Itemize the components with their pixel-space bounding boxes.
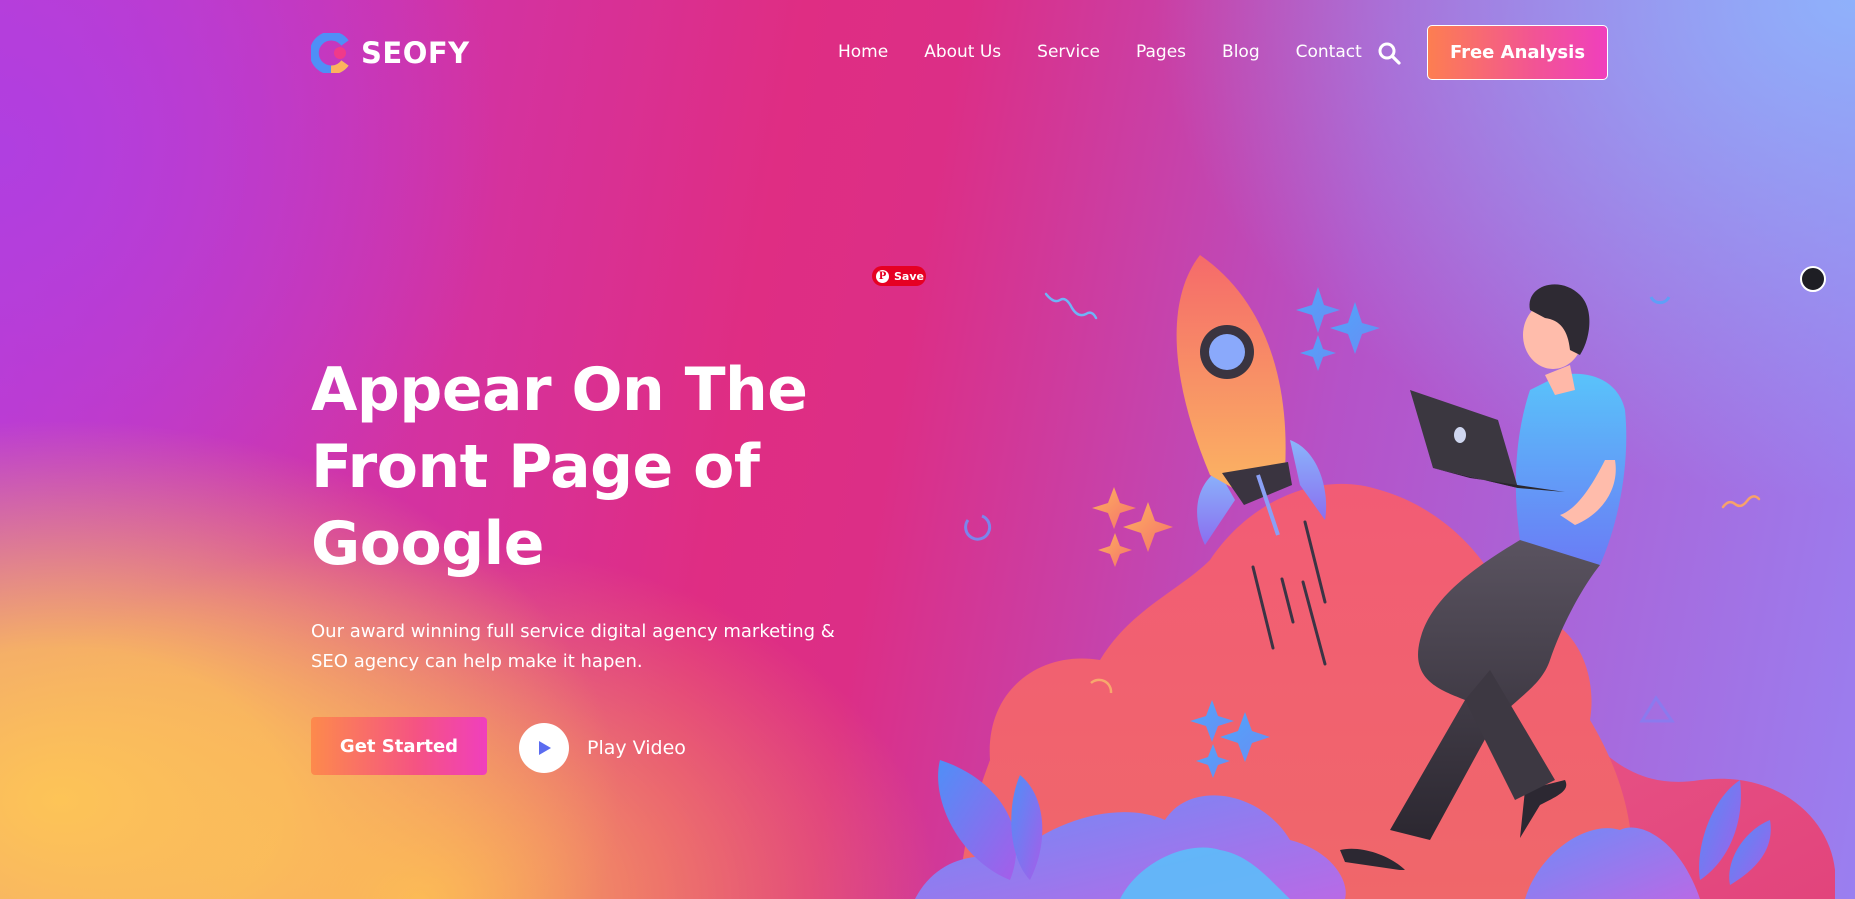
hero-subtitle: Our award winning full service digital a…: [311, 617, 851, 677]
hero-subtitle-line: SEO agency can help make it hapen.: [311, 651, 643, 672]
play-circle[interactable]: [519, 723, 569, 773]
pinterest-save-label: Save: [894, 269, 924, 283]
hero-subtitle-line: Our award winning full service digital a…: [311, 621, 835, 642]
nav-item-blog[interactable]: Blog: [1222, 42, 1260, 62]
hero-title: Appear On The Front Page of Google: [311, 352, 871, 583]
hero-illustration: [915, 255, 1835, 899]
play-icon: [539, 741, 551, 755]
play-video-label: Play Video: [587, 737, 686, 759]
rocket: [1176, 255, 1327, 545]
free-analysis-button[interactable]: Free Analysis: [1427, 25, 1608, 80]
play-video-button[interactable]: Play Video: [519, 723, 686, 773]
person-with-laptop: [1340, 284, 1627, 870]
visual-search-icon[interactable]: [1800, 266, 1826, 292]
seofy-logo-icon: [311, 33, 349, 73]
nav-item-home[interactable]: Home: [838, 42, 888, 62]
pinterest-icon: P: [876, 269, 889, 283]
hero-title-line: Front Page of: [311, 432, 760, 502]
main-nav: Home About Us Service Pages Blog Contact: [838, 42, 1398, 62]
hero-title-line: Appear On The: [311, 355, 808, 425]
nav-item-about-us[interactable]: About Us: [924, 42, 1001, 62]
get-started-button[interactable]: Get Started: [311, 717, 487, 775]
cloud-blob: [960, 483, 1633, 899]
pinterest-save-button[interactable]: P Save: [872, 266, 926, 286]
site-logo[interactable]: SEOFY: [311, 33, 470, 73]
brand-name: SEOFY: [361, 36, 470, 70]
nav-item-contact[interactable]: Contact: [1296, 42, 1362, 62]
search-icon[interactable]: [1377, 41, 1401, 65]
hero-title-line: Google: [311, 509, 544, 579]
background-blob: [1330, 632, 1835, 899]
nav-item-pages[interactable]: Pages: [1136, 42, 1186, 62]
nav-item-service[interactable]: Service: [1037, 42, 1100, 62]
